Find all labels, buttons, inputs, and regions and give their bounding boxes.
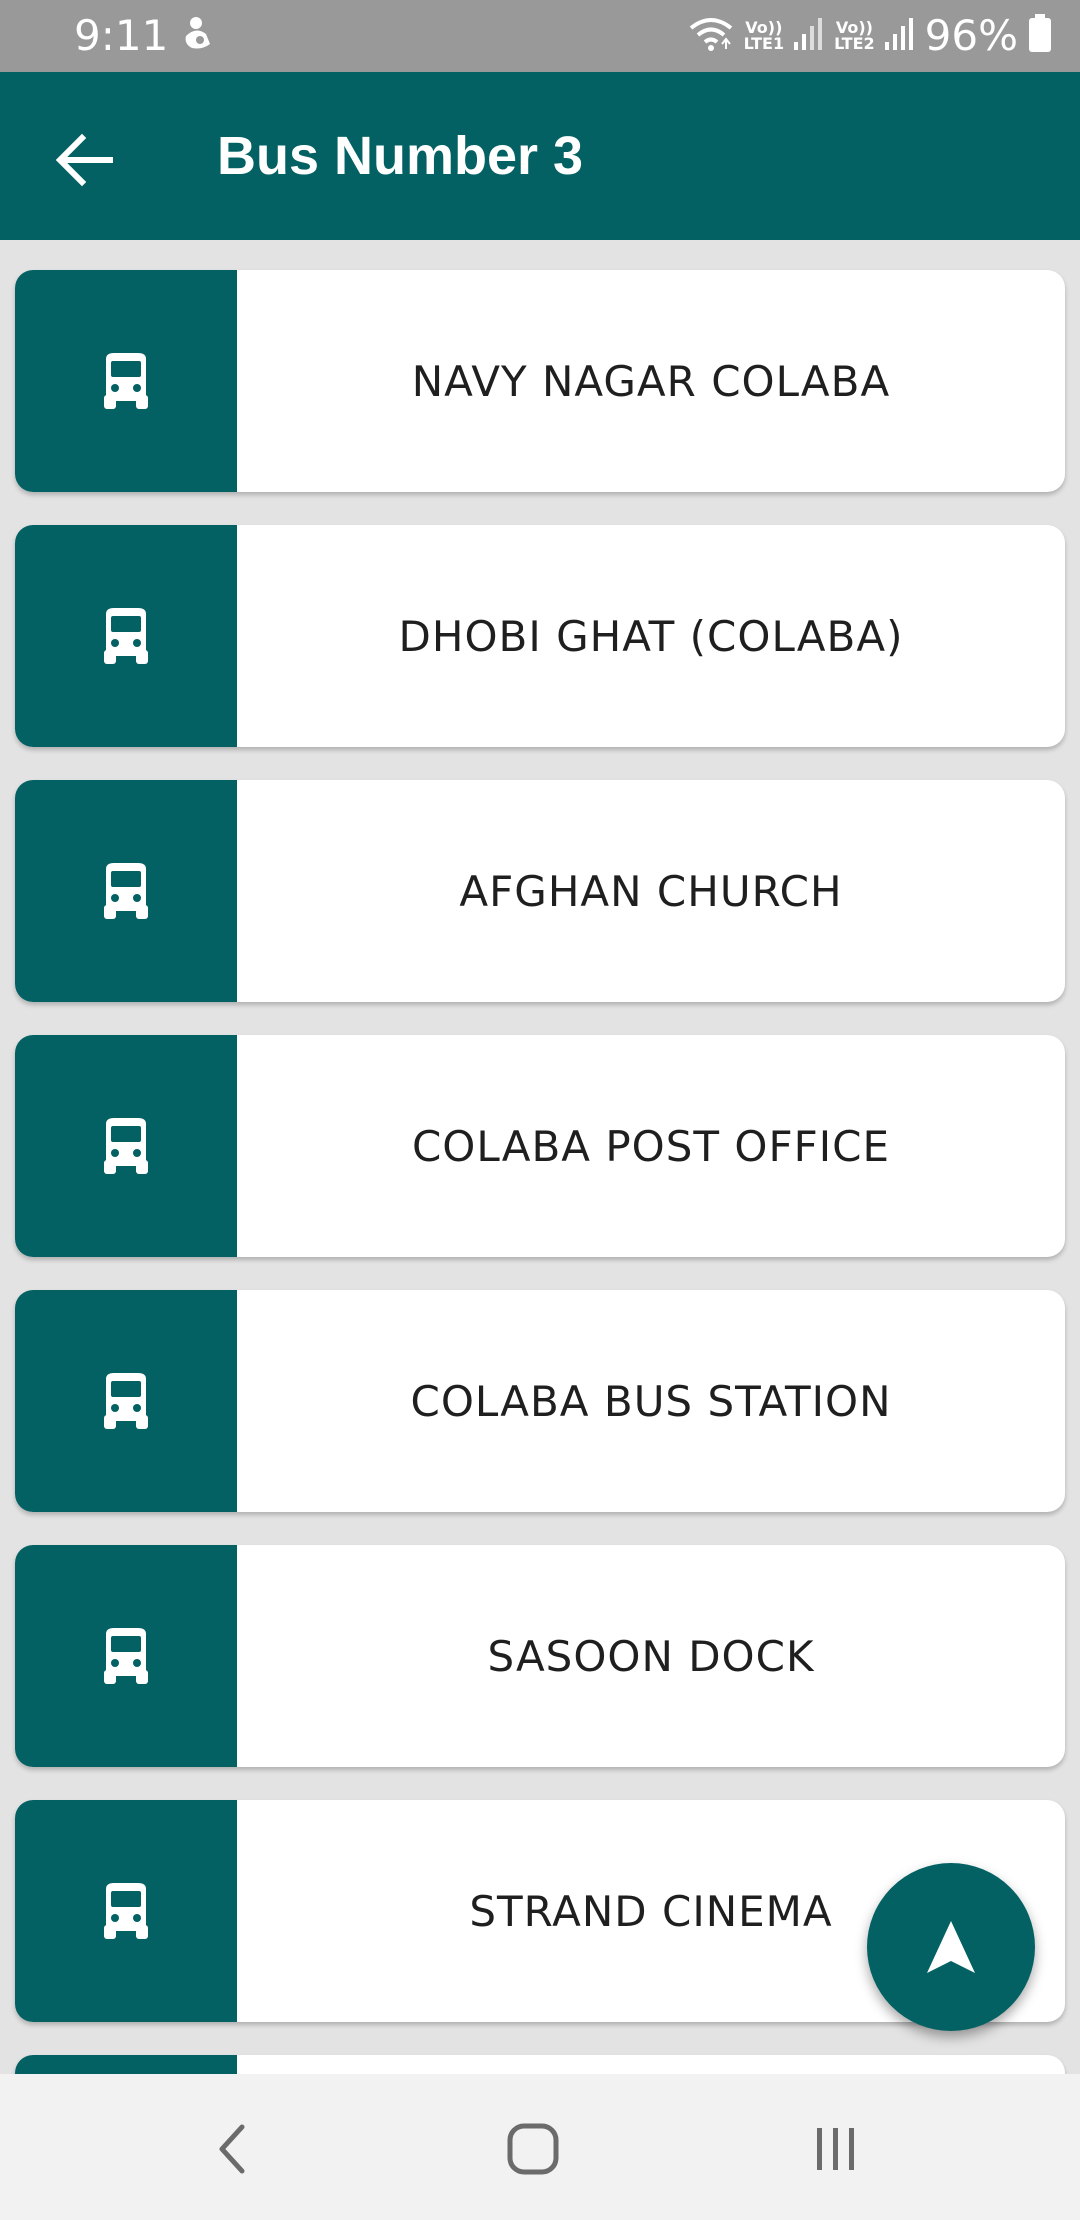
home-icon bbox=[507, 2123, 559, 2175]
stop-name: COLABA POST OFFICE bbox=[411, 1121, 891, 1171]
stop-icon-panel bbox=[15, 1800, 237, 2022]
stop-name: AFGHAN CHURCH bbox=[459, 866, 843, 916]
navigation-arrow-icon bbox=[927, 1921, 975, 1973]
page-title: Bus Number 3 bbox=[217, 126, 584, 186]
stop-icon-panel bbox=[15, 525, 237, 747]
bus-icon bbox=[104, 1373, 148, 1429]
stop-name bbox=[237, 2055, 1065, 2074]
back-icon bbox=[219, 2124, 245, 2174]
signal-icon bbox=[794, 16, 824, 56]
sim1-block: Vo)) LTE1 bbox=[744, 20, 785, 52]
stop-list[interactable]: NAVY NAGAR COLABA DHOBI GHAT (COLABA) AF… bbox=[0, 240, 1080, 2074]
stop-card[interactable]: COLABA POST OFFICE bbox=[15, 1035, 1065, 1257]
bus-icon bbox=[104, 608, 148, 664]
stop-name: DHOBI GHAT (COLABA) bbox=[398, 611, 904, 661]
app-bar: Bus Number 3 bbox=[0, 72, 1080, 240]
nav-home-button[interactable] bbox=[493, 2114, 573, 2184]
battery-percent: 96% bbox=[924, 11, 1018, 60]
signal-icon-2 bbox=[884, 16, 915, 56]
status-time: 9:11 bbox=[74, 11, 169, 60]
stop-card[interactable] bbox=[15, 2055, 1065, 2074]
stop-name: SASOON DOCK bbox=[487, 1631, 815, 1681]
status-icons: Vo)) LTE1 Vo)) LTE2 96% bbox=[688, 8, 1052, 64]
stop-name: NAVY NAGAR COLABA bbox=[411, 356, 891, 406]
stop-icon-panel bbox=[15, 1545, 237, 1767]
arrow-left-icon bbox=[55, 133, 113, 187]
wifi-icon bbox=[688, 14, 734, 58]
battery-icon bbox=[1028, 14, 1052, 58]
back-button[interactable] bbox=[50, 126, 118, 194]
stop-name: COLABA BUS STATION bbox=[410, 1376, 892, 1426]
recents-icon bbox=[817, 2128, 854, 2170]
nav-recents-button[interactable] bbox=[796, 2114, 876, 2184]
stop-icon-panel bbox=[15, 2055, 237, 2074]
stop-card[interactable]: SASOON DOCK bbox=[15, 1545, 1065, 1767]
stop-icon-panel bbox=[15, 780, 237, 1002]
stop-card[interactable]: DHOBI GHAT (COLABA) bbox=[15, 525, 1065, 747]
assistant-icon bbox=[180, 14, 216, 58]
stop-icon-panel bbox=[15, 270, 237, 492]
sim2-label: LTE2 bbox=[834, 34, 875, 53]
stop-icon-panel bbox=[15, 1290, 237, 1512]
bus-icon bbox=[104, 863, 148, 919]
system-nav-bar bbox=[0, 2074, 1080, 2220]
status-bar: 9:11 Vo)) LTE1 Vo)) LTE2 96% bbox=[0, 0, 1080, 72]
navigate-fab[interactable] bbox=[867, 1863, 1035, 2031]
sim2-block: Vo)) LTE2 bbox=[834, 20, 875, 52]
bus-icon bbox=[104, 1118, 148, 1174]
nav-back-button[interactable] bbox=[192, 2114, 272, 2184]
stop-card[interactable]: AFGHAN CHURCH bbox=[15, 780, 1065, 1002]
bus-icon bbox=[104, 353, 148, 409]
bus-icon bbox=[104, 1628, 148, 1684]
stop-card[interactable]: COLABA BUS STATION bbox=[15, 1290, 1065, 1512]
bus-icon bbox=[104, 1883, 148, 1939]
stop-card[interactable]: NAVY NAGAR COLABA bbox=[15, 270, 1065, 492]
stop-icon-panel bbox=[15, 1035, 237, 1257]
sim1-label: LTE1 bbox=[743, 34, 785, 53]
